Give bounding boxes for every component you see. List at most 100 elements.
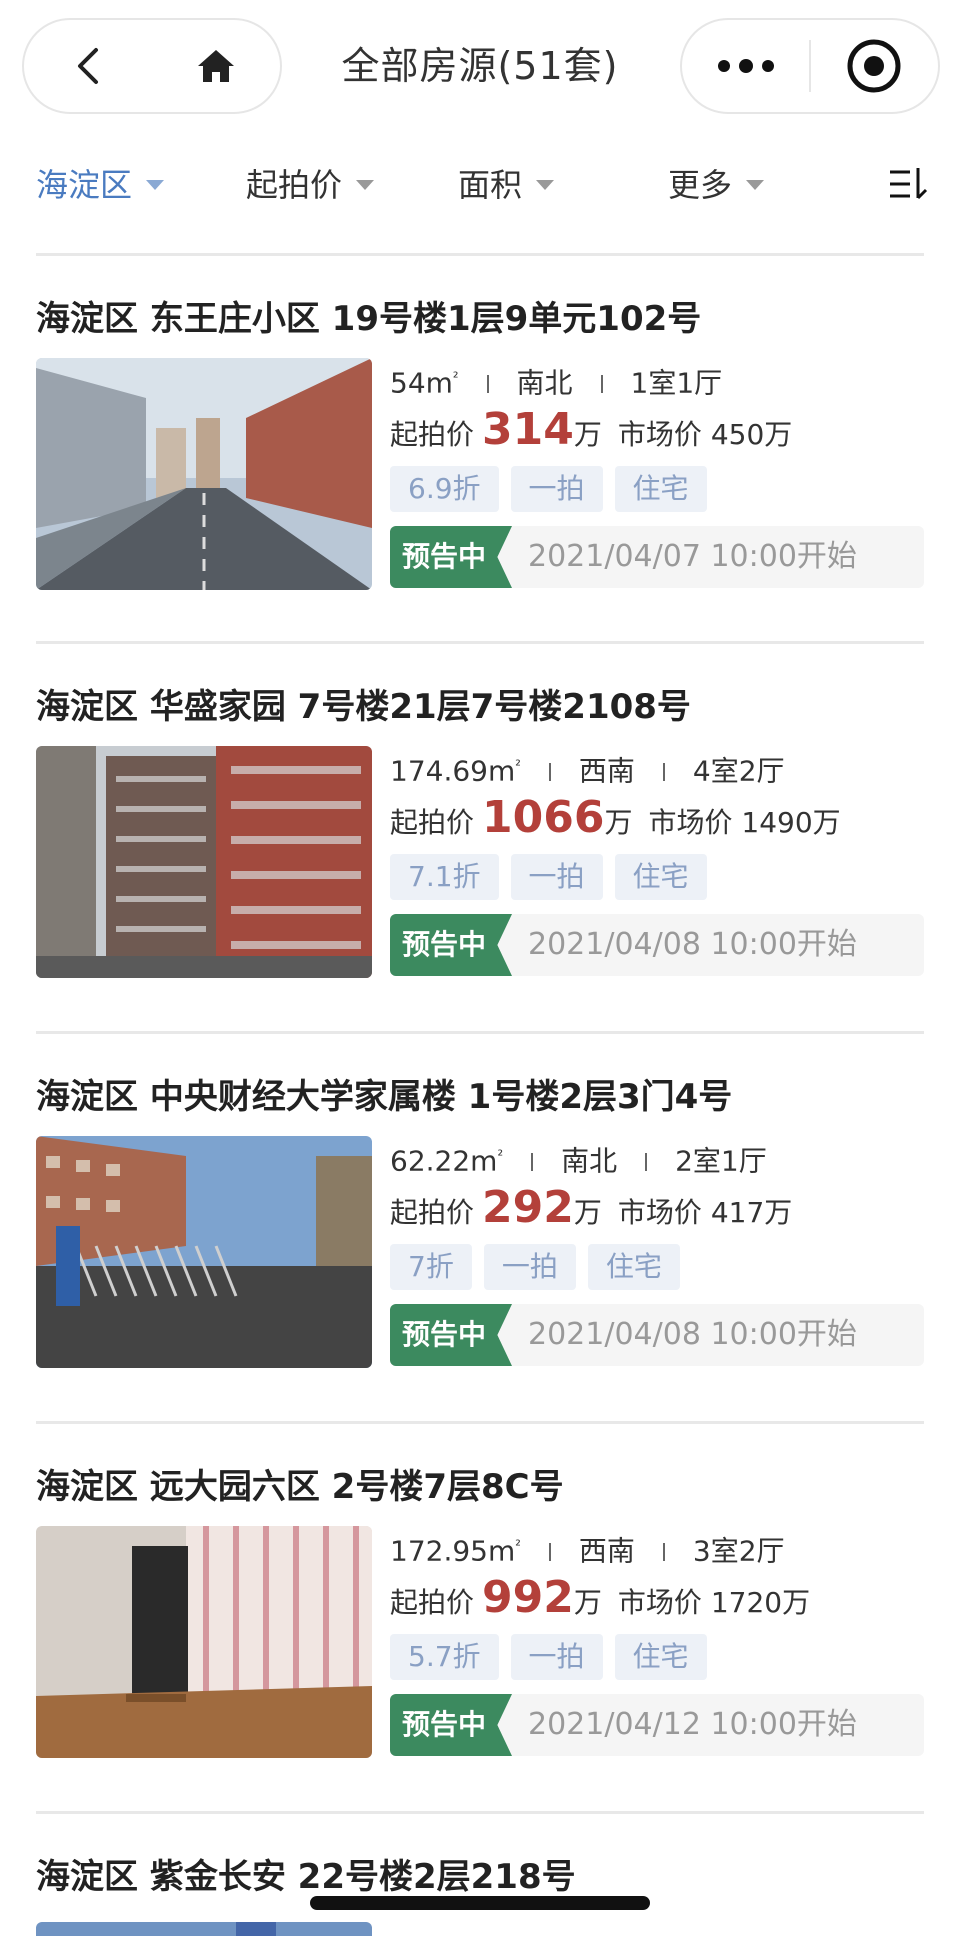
spec-separator [662,763,665,782]
list-divider [36,1811,924,1814]
status-badge: 预告中 [390,1304,512,1366]
layout-value: 2室1厅 [675,1144,767,1178]
market-price-label: 市场价 [617,1196,702,1229]
listing-tags: 7折 一拍 住宅 [390,1244,680,1290]
filter-district[interactable]: 海淀区 [36,150,165,216]
start-time: 2021/04/07 10:00开始 [528,539,857,574]
home-button[interactable] [152,20,280,112]
listing-prices: 起拍价 292万 市场价 417万 [390,1178,792,1243]
listing-card[interactable]: 海淀区 华盛家园 7号楼21层7号楼2108号 174.69m² 西南 4室2厅 起… [36,682,924,1022]
chevron-left-icon [78,48,98,84]
listing-tags: 7.1折 一拍 住宅 [390,854,707,900]
property-type-tag: 住宅 [614,854,707,900]
spec-separator [548,1543,551,1562]
home-icon [198,50,234,82]
listing-specs: 172.95m² 西南 3室2厅 [390,1526,785,1571]
listing-prices: 起拍价 992万 市场价 1720万 [390,1568,810,1633]
market-price-label: 市场价 [617,418,702,451]
auction-round-tag: 一拍 [510,854,603,900]
page-title: 全部房源(51套) [341,44,619,88]
listing-card[interactable]: 海淀区 远大园六区 2号楼7层8C号 172.95m² 西南 3室2厅 起拍价 992… [36,1462,924,1802]
list-divider [36,253,924,256]
more-button[interactable] [682,20,809,112]
listing-info: 174.69m² 西南 4室2厅 起拍价 1066万 市场价 1490万 7.1折 一拍… [390,746,924,978]
area-unit-sup: ² [515,758,521,774]
discount-tag: 7.1折 [390,854,499,900]
listing-title: 海淀区 远大园六区 2号楼7层8C号 [36,1467,564,1507]
listing-card[interactable]: 海淀区 中央财经大学家属楼 1号楼2层3门4号 62.22m² 南北 2室1厅 [36,1072,924,1412]
back-button[interactable] [24,20,152,112]
area-value: 172.95m [390,1534,516,1568]
spec-separator [531,1153,534,1172]
listing-title: 海淀区 华盛家园 7号楼21层7号楼2108号 [36,687,691,727]
listing-info: 172.95m² 西南 3室2厅 起拍价 992万 市场价 1720万 5.7折 一拍 … [390,1526,924,1758]
more-dots-icon [717,59,774,73]
market-price-value: 450万 [710,418,793,451]
orientation-value: 南北 [561,1144,618,1178]
discount-tag: 5.7折 [390,1634,499,1680]
nav-capsule-left [22,18,282,114]
list-divider [36,1421,924,1424]
caret-down-icon [146,180,165,190]
listing-tags: 5.7折 一拍 住宅 [390,1634,707,1680]
home-indicator[interactable] [310,1896,650,1910]
sort-list-icon[interactable] [888,164,928,204]
list-divider [36,1031,924,1034]
spec-separator [662,1543,665,1562]
start-time: 2021/04/12 10:00开始 [528,1707,857,1742]
listing-photo [36,1136,372,1368]
nav-bar: 全部房源(51套) [0,0,960,130]
market-price-value: 1490万 [741,806,841,839]
area-unit-sup: ² [497,1148,504,1164]
orientation-value: 南北 [516,366,573,400]
listing-specs: 54m² 南北 1室1厅 [390,358,722,403]
filter-more-label: 更多 [668,166,733,204]
listing-photo [36,1526,372,1758]
market-price-value: 417万 [710,1196,793,1229]
auction-round-tag: 一拍 [510,1634,603,1680]
area-unit-sup: ² [515,1538,521,1554]
filter-start-price-label: 起拍价 [246,166,343,204]
filter-start-price[interactable]: 起拍价 [246,150,375,216]
filter-more[interactable]: 更多 [668,150,765,216]
start-price-label: 起拍价 [390,806,475,839]
spec-separator [645,1153,648,1172]
start-price-unit: 万 [573,1586,602,1619]
listing-photo [36,1922,372,1936]
listing-card[interactable]: 海淀区 紫金长安 22号楼2层218号 [36,1852,924,1936]
listing-card[interactable]: 海淀区 东王庄小区 19号楼1层9单元102号 54m² 南北 1室1厅 起拍价 31… [36,294,924,634]
layout-value: 3室2厅 [692,1534,785,1568]
orientation-value: 西南 [578,1534,635,1568]
start-price-unit: 万 [573,1196,602,1229]
listing-prices: 起拍价 1066万 市场价 1490万 [390,788,841,853]
listing-photo [36,358,372,590]
listing-specs: 62.22m² 南北 2室1厅 [390,1136,767,1181]
start-price-value: 992 [482,1572,574,1623]
spec-separator [600,375,603,394]
filter-bar: 海淀区 起拍价 面积 更多 [0,150,960,216]
start-time: 2021/04/08 10:00开始 [528,927,857,962]
auction-status-bar: 预告中 2021/04/08 10:00开始 [390,914,924,976]
property-type-tag: 住宅 [587,1244,680,1290]
list-divider [36,641,924,644]
status-badge: 预告中 [390,526,512,588]
caret-down-icon [746,180,765,190]
listing-specs: 174.69m² 西南 4室2厅 [390,746,785,791]
market-price-label: 市场价 [648,806,733,839]
close-miniprogram-button[interactable] [811,20,938,112]
listing-title: 海淀区 紫金长安 22号楼2层218号 [36,1857,576,1897]
status-badge: 预告中 [390,1694,512,1756]
listing-info: 54m² 南北 1室1厅 起拍价 314万 市场价 450万 6.9折 一拍 住宅 预告… [390,358,924,590]
start-price-unit: 万 [573,418,602,451]
discount-tag: 6.9折 [390,466,499,512]
spec-separator [486,375,489,394]
caret-down-icon [536,180,555,190]
listing-title: 海淀区 中央财经大学家属楼 1号楼2层3门4号 [36,1077,733,1117]
property-type-tag: 住宅 [614,1634,707,1680]
listing-title: 海淀区 东王庄小区 19号楼1层9单元102号 [36,299,702,339]
caret-down-icon [356,180,375,190]
auction-status-bar: 预告中 2021/04/12 10:00开始 [390,1694,924,1756]
area-value: 62.22m [390,1144,498,1178]
filter-area[interactable]: 面积 [458,150,555,216]
auction-round-tag: 一拍 [510,466,603,512]
